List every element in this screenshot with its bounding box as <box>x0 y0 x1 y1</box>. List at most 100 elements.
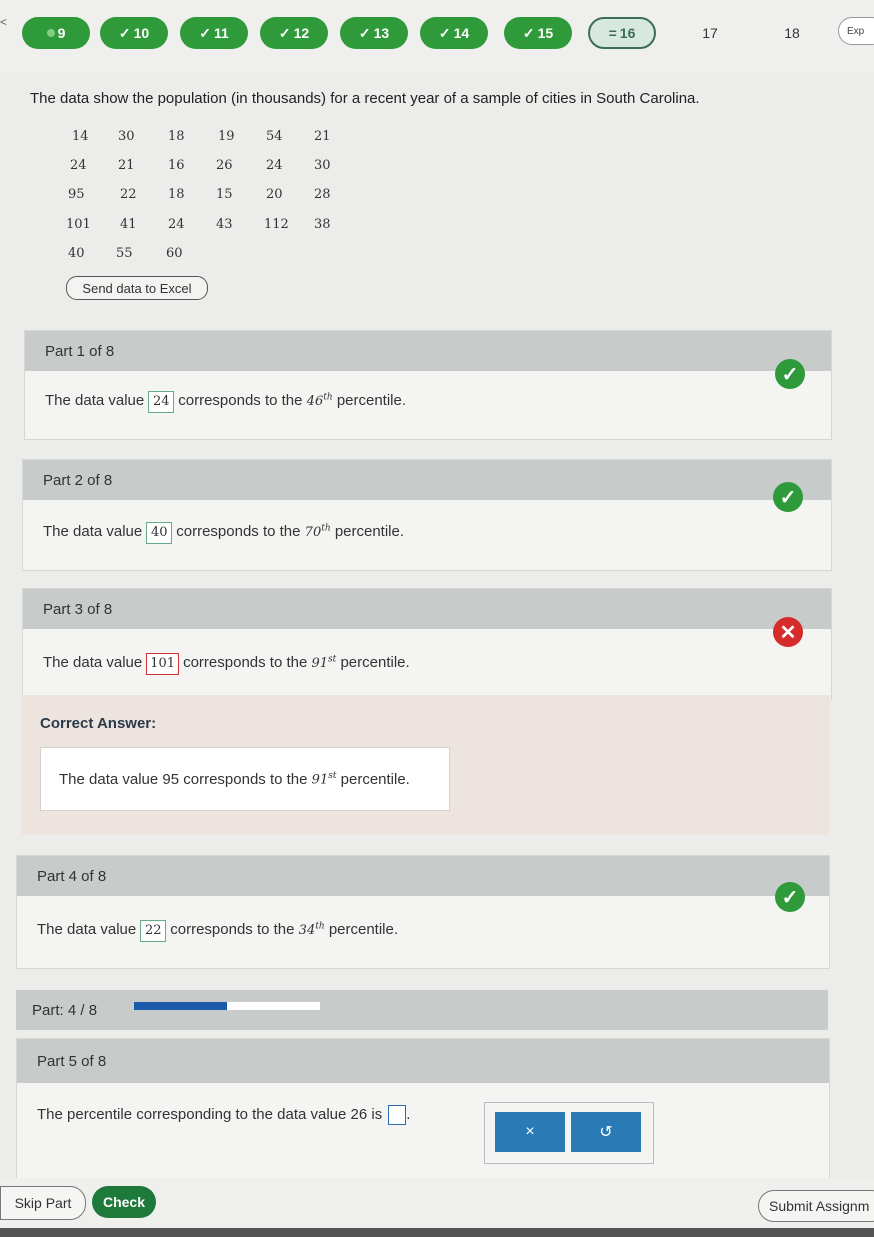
data-cell: 14 <box>72 129 89 144</box>
nav-question-label: 14 <box>453 25 470 41</box>
nav-question-17[interactable]: 17 <box>676 17 744 49</box>
part-3-body: The data value 101 corresponds to the 91st… <box>23 629 831 675</box>
correct-answer-text: The data value 95 corresponds to the <box>59 770 308 788</box>
data-cell: 18 <box>168 187 185 202</box>
part-5-question: The percentile corresponding to the data… <box>37 1105 383 1123</box>
part-title: Part 1 of 8 <box>25 331 831 371</box>
percentile-value: 91st <box>312 771 337 787</box>
part-1-card: Part 1 of 8 The data value 24 corresponds … <box>24 330 832 440</box>
incorrect-x-icon: ✕ <box>773 617 803 647</box>
percentile-value: 46th <box>306 393 333 409</box>
data-cell: 55 <box>116 246 133 261</box>
part-3-card: Part 3 of 8 The data value 101 corresponds… <box>22 588 832 700</box>
percentile-number: 70 <box>304 525 322 540</box>
data-cell: 54 <box>266 129 283 144</box>
part-text: percentile. <box>334 523 405 540</box>
percentile-number: 91 <box>311 772 329 788</box>
data-cell: 16 <box>168 158 185 173</box>
data-cell: 41 <box>120 217 137 232</box>
data-cell: 60 <box>166 246 183 261</box>
nav-question-label: 12 <box>293 25 310 41</box>
part-text: percentile. <box>328 921 399 938</box>
part-title: Part 5 of 8 <box>17 1039 829 1083</box>
check-button[interactable]: Check <box>92 1186 156 1218</box>
send-to-excel-button[interactable]: Send data to Excel <box>66 276 208 300</box>
percentile-suffix: st <box>328 770 337 781</box>
nav-question-9[interactable]: 9 <box>22 17 90 49</box>
part-progress: Part: 4 / 8 <box>16 990 828 1030</box>
correct-check-icon: ✓ <box>775 359 805 389</box>
part-title: Part 4 of 8 <box>17 856 829 896</box>
check-icon: ✓ <box>278 24 291 41</box>
part-2-body: The data value 40 corresponds to the 70th … <box>23 500 831 544</box>
nav-question-label: 15 <box>537 25 554 41</box>
percentile-number: 91 <box>311 656 329 671</box>
part-text: The data value <box>37 921 137 938</box>
part-4-body: The data value 22 corresponds to the 34th … <box>17 896 829 942</box>
submit-assignment-button[interactable]: Submit Assignm <box>758 1190 874 1222</box>
answer-toolpad: × ↺ <box>484 1102 654 1164</box>
clear-button[interactable]: × <box>495 1112 565 1152</box>
data-cell: 38 <box>314 217 331 232</box>
data-cell: 22 <box>120 187 137 202</box>
data-cell: 21 <box>314 129 331 144</box>
nav-question-label: 9 <box>57 25 66 41</box>
part-text: corresponds to the <box>176 523 301 540</box>
nav-edge-mark: < <box>0 15 8 29</box>
part-5-body: The percentile corresponding to the data… <box>17 1083 829 1125</box>
part-text: percentile. <box>340 654 410 671</box>
progress-track <box>134 1002 320 1010</box>
check-icon: ✓ <box>438 24 451 41</box>
check-icon: ✓ <box>358 24 371 41</box>
data-cell: 24 <box>70 158 87 173</box>
check-icon: ✓ <box>118 24 131 41</box>
question-navigation: < 9 ✓ 10 ✓ 11 ✓ 12 ✓ 13 ✓ 14 ✓ 15 = 16 1… <box>0 0 874 72</box>
percentile-value: 91st <box>311 655 337 671</box>
part-text: percentile. <box>336 392 407 409</box>
nav-question-label: 10 <box>133 25 150 41</box>
data-cell: 19 <box>218 129 235 144</box>
nav-question-11[interactable]: ✓ 11 <box>180 17 248 49</box>
part-text: corresponds to the <box>178 392 303 409</box>
nav-question-14[interactable]: ✓ 14 <box>420 17 488 49</box>
percentile-value: 70th <box>304 524 331 540</box>
check-icon: ✓ <box>199 24 211 41</box>
data-value-box: 101 <box>146 653 180 675</box>
data-cell: 24 <box>168 217 185 232</box>
undo-button[interactable]: ↺ <box>571 1112 641 1152</box>
check-icon: ✓ <box>522 24 535 41</box>
data-cell: 20 <box>266 187 283 202</box>
data-cell: 26 <box>216 158 233 173</box>
percentile-number: 46 <box>306 394 324 409</box>
nav-question-15[interactable]: ✓ 15 <box>504 17 572 49</box>
percentile-number: 34 <box>298 923 316 938</box>
data-value-box: 40 <box>146 522 173 544</box>
data-value-box: 24 <box>148 391 175 413</box>
help-button[interactable]: Exp <box>838 17 874 45</box>
correct-answer-panel: Correct Answer: The data value 95 corres… <box>22 695 830 835</box>
part-title: Part 2 of 8 <box>23 460 831 500</box>
data-cell: 30 <box>314 158 331 173</box>
data-cell: 43 <box>216 217 233 232</box>
nav-question-12[interactable]: ✓ 12 <box>260 17 328 49</box>
nav-question-16[interactable]: = 16 <box>588 17 656 49</box>
nav-question-13[interactable]: ✓ 13 <box>340 17 408 49</box>
part-text: The data value <box>43 654 143 671</box>
data-cell: 30 <box>118 129 135 144</box>
part-text: corresponds to the <box>183 654 308 671</box>
data-cell: 112 <box>264 217 289 232</box>
data-cell: 28 <box>314 187 331 202</box>
nav-question-18[interactable]: 18 <box>758 17 826 49</box>
part-text: The data value <box>45 392 145 409</box>
percentile-suffix: th <box>315 921 325 932</box>
skip-part-button[interactable]: Skip Part <box>0 1186 86 1220</box>
nav-question-label: 18 <box>784 25 800 41</box>
part-2-card: Part 2 of 8 The data value 40 corresponds … <box>22 459 832 571</box>
data-cell: 15 <box>216 187 233 202</box>
question-text: The data show the population (in thousan… <box>30 90 700 107</box>
answer-input[interactable] <box>388 1105 407 1125</box>
part-title: Part 3 of 8 <box>23 589 831 629</box>
screen-edge <box>0 1228 874 1237</box>
nav-question-10[interactable]: ✓ 10 <box>100 17 168 49</box>
nav-question-label: 13 <box>373 25 390 41</box>
